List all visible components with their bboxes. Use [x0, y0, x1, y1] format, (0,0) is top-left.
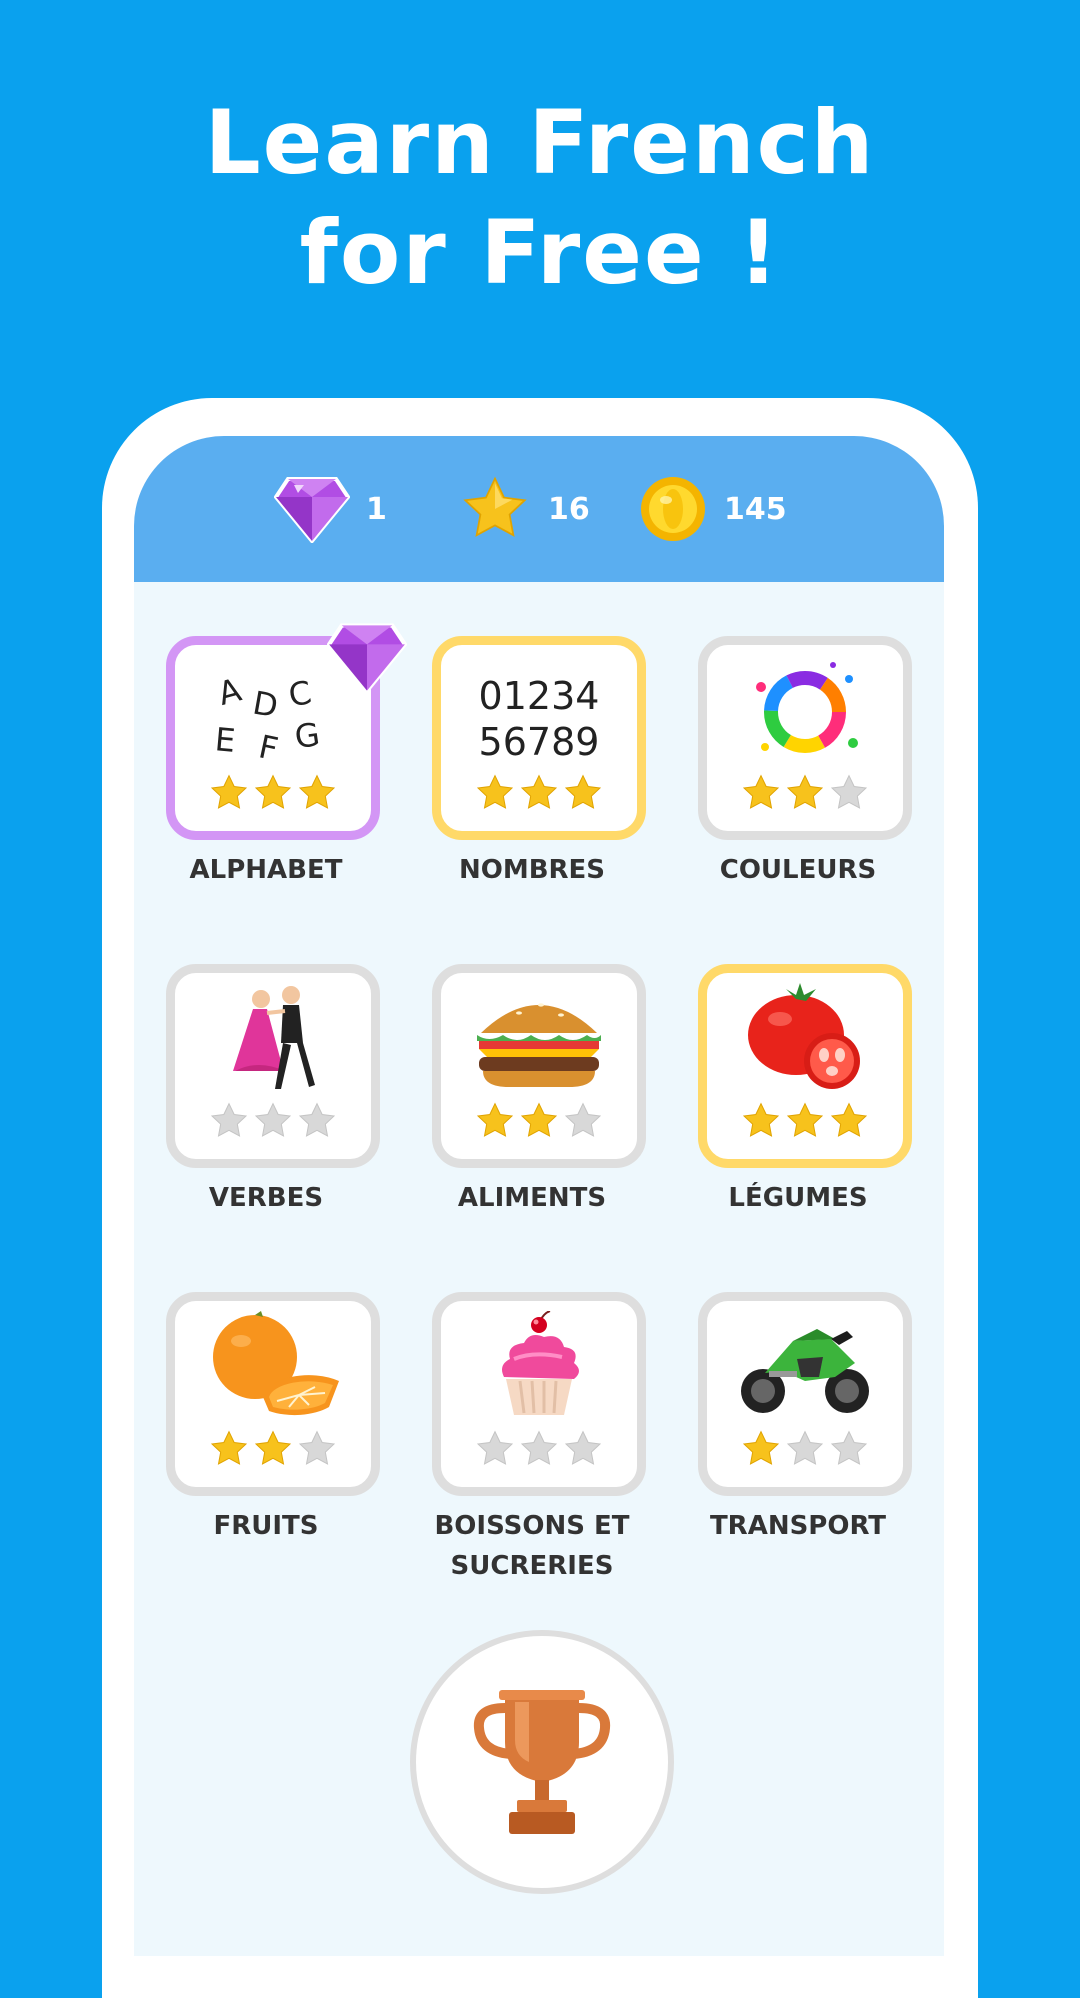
star-filled-icon [298, 774, 336, 809]
category-card-verbes[interactable] [166, 964, 380, 1168]
star-rating [175, 1101, 371, 1141]
star-filled-icon [254, 1430, 292, 1465]
category-label-fruits: FRUITS [213, 1511, 319, 1541]
category-card-boissons-et-sucreries[interactable] [432, 1292, 646, 1496]
star-empty-icon [254, 1102, 292, 1137]
category-label-aliments: ALIMENTS [457, 1183, 607, 1213]
digits-line-1: 01234 [478, 674, 600, 718]
star-filled-icon [210, 1430, 248, 1465]
star-rating [175, 773, 371, 813]
category-label-legumes: LÉGUMES [728, 1183, 868, 1213]
headline: Learn French for Free ! [0, 88, 1080, 308]
star-counter[interactable]: 16 [458, 472, 590, 546]
orange-icon [213, 1311, 339, 1416]
stats-bar: 1 16 145 [134, 436, 944, 582]
cupcake-icon [502, 1311, 579, 1415]
headline-line-1: Learn French [204, 91, 876, 194]
headline-line-2: for Free ! [299, 201, 781, 304]
gem-badge-icon [327, 623, 407, 693]
star-empty-icon [786, 1430, 824, 1465]
star-empty-icon [830, 774, 868, 809]
category-card-nombres[interactable]: 01234 56789 [432, 636, 646, 840]
coin-icon [641, 477, 705, 541]
category-card-transport[interactable] [698, 1292, 912, 1496]
star-rating [441, 1429, 637, 1469]
star-empty-icon [564, 1430, 602, 1465]
category-card-aliments[interactable] [432, 964, 646, 1168]
star-filled-icon [742, 1430, 780, 1465]
trophy-button[interactable] [410, 1630, 674, 1894]
motorcycle-icon [741, 1329, 869, 1413]
category-label-alphabet: ALPHABET [189, 855, 343, 885]
star-rating [441, 1101, 637, 1141]
star-filled-icon [254, 774, 292, 809]
category-label-boissons-et-sucreries: BOISSONS ET SUCRERIES [402, 1506, 662, 1586]
category-label-nombres: NOMBRES [458, 855, 606, 885]
star-empty-icon [830, 1430, 868, 1465]
paint-splash-ring-icon [756, 662, 858, 753]
category-label-verbes: VERBES [208, 1183, 324, 1213]
category-label-couleurs: COULEURS [719, 855, 877, 885]
digits-line-2: 56789 [478, 720, 600, 764]
gem-count: 1 [366, 491, 387, 527]
letter-c: C [286, 673, 315, 714]
letter-g: G [292, 715, 322, 756]
category-card-couleurs[interactable] [698, 636, 912, 840]
letter-e: E [213, 720, 236, 760]
star-filled-icon [564, 774, 602, 809]
gem-icon [274, 477, 350, 543]
letter-a: A [214, 671, 245, 713]
category-label-transport: TRANSPORT [709, 1511, 887, 1541]
star-count: 16 [548, 491, 590, 527]
trophy-icon [473, 1690, 611, 1834]
star-filled-icon [520, 1102, 558, 1137]
star-empty-icon [564, 1102, 602, 1137]
star-filled-icon [476, 774, 514, 809]
star-filled-icon [786, 1102, 824, 1137]
star-rating [707, 773, 903, 813]
star-rating [441, 773, 637, 813]
star-empty-icon [476, 1430, 514, 1465]
star-filled-icon [742, 774, 780, 809]
star-rating [707, 1101, 903, 1141]
coin-counter[interactable]: 145 [638, 472, 787, 546]
star-filled-icon [830, 1102, 868, 1137]
star-filled-icon [520, 774, 558, 809]
dancing-couple-icon [233, 986, 315, 1089]
star-filled-icon [742, 1102, 780, 1137]
category-card-fruits[interactable] [166, 1292, 380, 1496]
star-rating [707, 1429, 903, 1469]
letter-f: F [255, 727, 281, 768]
category-label-line-2: SUCRERIES [450, 1551, 614, 1581]
category-card-legumes[interactable] [698, 964, 912, 1168]
gem-counter[interactable]: 1 [274, 472, 387, 546]
letter-d: D [250, 684, 281, 726]
star-filled-icon [786, 774, 824, 809]
star-empty-icon [520, 1430, 558, 1465]
category-label-line-1: BOISSONS ET [434, 1511, 630, 1541]
tomato-icon [748, 983, 860, 1089]
category-card-alphabet[interactable]: A D C E F G [166, 623, 407, 840]
star-icon [463, 476, 527, 537]
numbers-icon: 01234 56789 [441, 673, 637, 765]
coin-count: 145 [724, 491, 787, 527]
star-empty-icon [298, 1102, 336, 1137]
star-empty-icon [210, 1102, 248, 1137]
burger-icon [477, 1003, 601, 1087]
star-filled-icon [210, 774, 248, 809]
star-empty-icon [298, 1430, 336, 1465]
star-filled-icon [476, 1102, 514, 1137]
star-rating [175, 1429, 371, 1469]
